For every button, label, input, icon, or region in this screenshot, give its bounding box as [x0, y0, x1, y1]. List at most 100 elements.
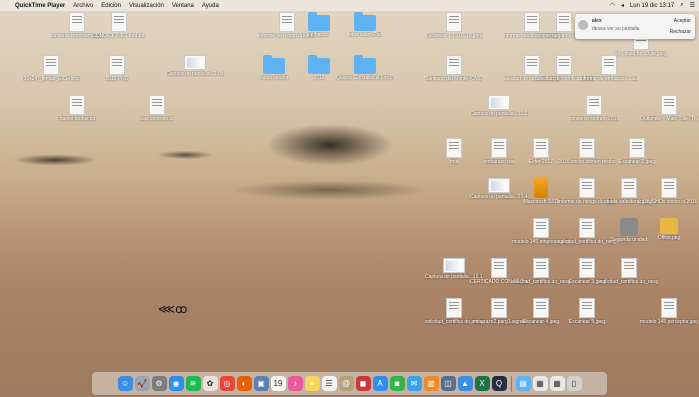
- firefox-icon[interactable]: ◐: [236, 376, 252, 391]
- document-icon: [446, 55, 462, 75]
- document-icon: [579, 178, 595, 198]
- screenshot-icon: [184, 55, 206, 70]
- chrome-icon[interactable]: ◎: [219, 376, 235, 391]
- desktop-icon-14[interactable]: Quique González & Los Dete...(ft.com): [336, 55, 394, 81]
- notification-center-icon[interactable]: ☰: [690, 2, 695, 9]
- reject-button[interactable]: Rechazar: [661, 29, 691, 35]
- desktop-icon-9[interactable]: (30x24)_firmas_ElCertificadoTitularidad.…: [22, 55, 80, 82]
- volume-icon[interactable]: ◂: [621, 2, 624, 9]
- desktop-icon-5[interactable]: Escanear 1 19.03.18.jpeg: [425, 12, 483, 39]
- dock-separator: [510, 375, 512, 392]
- wifi-icon[interactable]: ◠: [610, 2, 615, 9]
- facetime-icon[interactable]: ◙: [389, 376, 405, 391]
- icon-label: Escanear 4.jpeg: [522, 319, 560, 325]
- folder-icon: [263, 55, 285, 74]
- icon-label: 2015.PNG: [105, 76, 129, 82]
- document-icon: [43, 55, 59, 75]
- document-icon: [629, 138, 645, 158]
- itunes-icon[interactable]: ♪: [287, 376, 303, 391]
- app-store-icon[interactable]: A: [372, 376, 388, 391]
- screenshot-icon: [443, 258, 465, 273]
- document-icon: [579, 138, 595, 158]
- desktop-icon-22[interactable]: convenio sintrafo 2018: [565, 95, 623, 122]
- desktop-icon-15[interactable]: Santiago del Monte (OVD): [425, 55, 483, 82]
- applications-folder-icon[interactable]: ▤: [515, 376, 531, 391]
- clock[interactable]: Lun 19 dic 13:17: [630, 3, 674, 9]
- desktop-icon-21[interactable]: Captura de pantalla...11.21.27: [470, 95, 528, 117]
- document-icon: [533, 138, 549, 158]
- desktop-icon-23[interactable]: Outlander - Main Title (Th...bit).mp3: [640, 95, 698, 122]
- desktop-icon-42[interactable]: solicitud_certifica do_riesg...arazo_es: [600, 258, 658, 285]
- apple-watermark-icon: [30, 337, 60, 372]
- icon-label: chapes bodas.pdf: [57, 116, 97, 122]
- icon-label: Office.pkg: [657, 235, 681, 241]
- icon-label: Escanear 5.jpeg: [568, 319, 606, 325]
- notes-icon[interactable]: ≡: [304, 376, 320, 391]
- documents-stack-icon[interactable]: ▦: [532, 376, 548, 391]
- desktop-icon-4[interactable]: fotos sider iPad: [336, 12, 394, 38]
- quicktime-icon[interactable]: Q: [491, 376, 507, 391]
- desktop-icon-19[interactable]: chapes bodas.pdf: [48, 95, 106, 122]
- icon-label: rma: [449, 159, 459, 165]
- bird-silhouette: ⋘ꝏ: [158, 302, 188, 316]
- preview-photo-icon[interactable]: ◫: [440, 376, 456, 391]
- desktop-icon-1[interactable]: CONDICIONES ford.pdf: [90, 12, 148, 39]
- document-icon: [621, 178, 637, 198]
- system-preferences-icon[interactable]: ⚙: [151, 376, 167, 391]
- dock: ☺ 🚀 ⚙ ◉ ≋ ✿ ◎ ◐ ▣ 19 ♪ ≡ ☰ @ ◼ A ◙ ✉ ▥ ◫ ▲ X Q ▤ ▦ ▦ ▯: [92, 372, 607, 395]
- preview-icon[interactable]: ▣: [253, 376, 269, 391]
- desktop-icon-37[interactable]: Office.pkg: [640, 218, 698, 241]
- desktop-icon-47[interactable]: modelo 145 perceptor.jpeg: [640, 298, 698, 325]
- document-icon: [446, 138, 462, 158]
- screenshot-icon: [488, 95, 510, 110]
- safari-icon[interactable]: ◉: [168, 376, 184, 391]
- menu-visualizacion[interactable]: Visualización: [129, 3, 164, 9]
- launchpad-icon[interactable]: 🚀: [134, 376, 150, 391]
- document-icon: [579, 258, 595, 278]
- app-menu[interactable]: QuickTime Player: [15, 3, 65, 9]
- menu-ventana[interactable]: Ventana: [172, 3, 194, 9]
- folder-icon: [308, 12, 330, 31]
- icon-label: embarazo: [307, 32, 331, 38]
- document-icon: [111, 12, 127, 32]
- document-icon: [586, 95, 602, 115]
- messages-icon[interactable]: ✉: [406, 376, 422, 391]
- keynote-icon[interactable]: ▲: [457, 376, 473, 391]
- icon-label: solicitud_certifica do_riesg...arazo_es: [600, 279, 658, 285]
- excel-icon[interactable]: X: [474, 376, 490, 391]
- contacts-icon[interactable]: @: [338, 376, 354, 391]
- icon-label: Elder 2017: [528, 159, 554, 165]
- spotlight-search-icon[interactable]: ⌕: [680, 2, 683, 9]
- desktop-icon-20[interactable]: baja contrato.txt: [128, 95, 186, 122]
- package-icon: [660, 218, 678, 234]
- finder-icon[interactable]: ☺: [117, 376, 133, 391]
- folder-icon: [308, 55, 330, 74]
- menu-edicion[interactable]: Edición: [101, 3, 121, 9]
- menu-ayuda[interactable]: Ayuda: [202, 3, 219, 9]
- photos-icon[interactable]: ✿: [202, 376, 218, 391]
- document-icon: [601, 55, 617, 75]
- document-icon: [533, 218, 549, 238]
- folder-icon: [354, 12, 376, 31]
- icon-label: (30x24)_firmas_ElCertificadoTitularidad.…: [22, 76, 80, 82]
- icon-label: informe de embarazo...aia.jpeg: [580, 76, 638, 82]
- trash-icon[interactable]: ▯: [566, 376, 582, 391]
- document-icon: [661, 178, 677, 198]
- downloads-stack-icon[interactable]: ▦: [549, 376, 565, 391]
- desktop-icon-28[interactable]: Escanear 2.jpeg: [608, 138, 666, 165]
- reminders-icon[interactable]: ☰: [321, 376, 337, 391]
- calendar-icon[interactable]: 19: [270, 376, 286, 391]
- spotify-icon[interactable]: ≋: [185, 376, 201, 391]
- ibooks-icon[interactable]: ▥: [423, 376, 439, 391]
- photo-booth-icon[interactable]: ◼: [355, 376, 371, 391]
- desktop-icon-33[interactable]: di38JSHOx coche ci 2016 citro: [640, 178, 698, 205]
- document-icon: [579, 298, 595, 318]
- desktop-icon-11[interactable]: Captura de pantalla...2.05.png: [166, 55, 224, 77]
- accept-button[interactable]: Aceptar: [661, 18, 691, 24]
- desktop-icon-46[interactable]: Escanear 5.jpeg: [558, 298, 616, 325]
- desktop-icon-18[interactable]: informe de embarazo...aia.jpeg: [580, 55, 638, 82]
- menu-archivo[interactable]: Archivo: [73, 3, 93, 9]
- screen-sharing-notification[interactable]: alex desea ver su pantalla Aceptar Recha…: [575, 14, 695, 39]
- desktop-icon-10[interactable]: 2015.PNG: [88, 55, 146, 82]
- icon-label: Captura de pantalla...2.05.png: [166, 71, 224, 77]
